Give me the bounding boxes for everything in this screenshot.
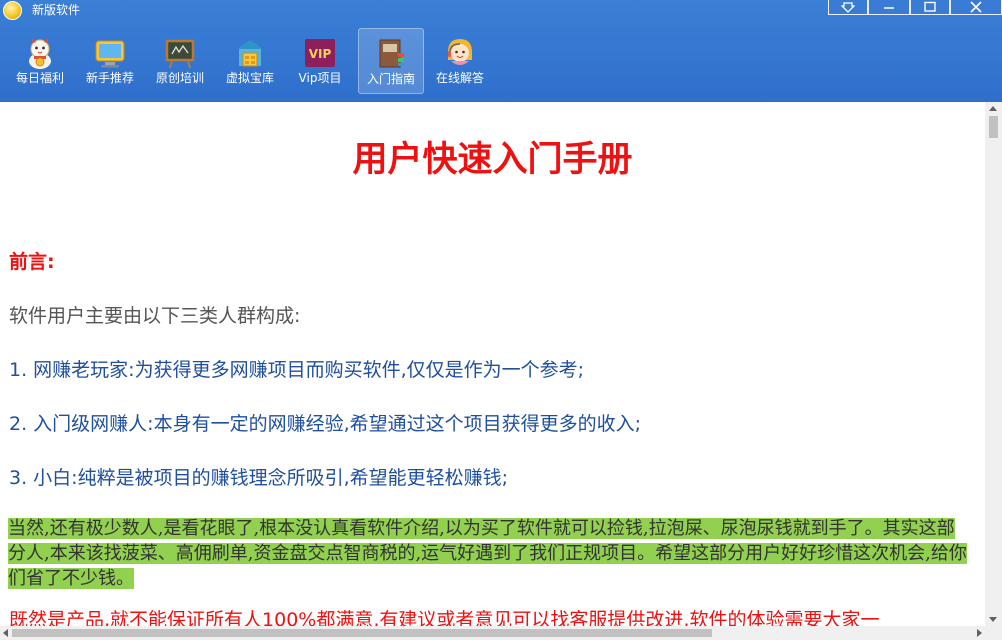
vip-badge-text: VIP — [309, 47, 332, 61]
scroll-up-icon[interactable] — [989, 106, 997, 111]
toolbar-item-online-answers[interactable]: 在线解答 — [427, 28, 493, 94]
scroll-down-icon[interactable] — [989, 617, 997, 622]
close-icon — [970, 1, 982, 13]
close-button[interactable] — [950, 0, 1002, 15]
monitor-icon — [95, 40, 125, 68]
support-agent-icon — [448, 39, 472, 65]
toolbar-item-label: 每日福利 — [15, 71, 64, 85]
guide-book-icon — [379, 39, 404, 68]
maximize-button[interactable] — [910, 0, 950, 15]
toolbar-item-label: 原创培训 — [155, 71, 204, 85]
toolbar-item-vip-projects[interactable]: VIP Vip项目 — [287, 28, 353, 94]
list-item: 1. 网赚老玩家:为获得更多网赚项目而购买软件,仅仅是作为一个参考; — [9, 359, 585, 381]
toolbar-item-label: 新手推荐 — [85, 71, 134, 85]
horizontal-scrollbar[interactable] — [0, 626, 985, 640]
toolbar-item-getting-started[interactable]: 入门指南 — [358, 28, 424, 94]
list-item: 2. 入门级网赚人:本身有一定的网赚经验,希望通过这个项目获得更多的收入; — [9, 413, 642, 435]
window-title: 新版软件 — [32, 3, 81, 17]
toolbar-item-original-training[interactable]: 原创培训 — [147, 28, 213, 94]
app-logo-icon — [3, 1, 22, 20]
title-bar[interactable]: 新版软件 — [0, 0, 1002, 22]
scroll-left-icon[interactable] — [3, 629, 8, 637]
toolbar-item-beginner-recommend[interactable]: 新手推荐 — [77, 28, 143, 94]
treasure-house-icon — [237, 40, 263, 67]
document-title: 用户快速入门手册 — [352, 140, 633, 180]
highlighted-paragraph: 当然,还有极少数人,是看花眼了,根本没认真看软件介绍,以为买了软件就可以捡钱,拉… — [8, 516, 970, 591]
horizontal-scroll-thumb[interactable] — [12, 629, 712, 637]
highlighted-text: 当然,还有极少数人,是看花眼了,根本没认真看软件介绍,以为买了软件就可以捡钱,拉… — [8, 518, 967, 589]
intro-text: 软件用户主要由以下三类人群构成: — [9, 305, 301, 327]
minimize-icon — [884, 7, 894, 9]
pin-button[interactable] — [828, 0, 868, 15]
toolbar-item-daily-welfare[interactable]: 每日福利 — [7, 28, 73, 94]
scroll-right-icon[interactable] — [977, 629, 982, 637]
vertical-scroll-thumb[interactable] — [989, 116, 998, 138]
toolbar-item-label: 在线解答 — [435, 71, 484, 85]
maximize-icon — [924, 1, 936, 12]
main-toolbar: 每日福利 新手推荐 原创培训 虚拟宝库 VIP Vip项目 入门指南 在线解答 — [0, 28, 500, 96]
pin-icon — [841, 2, 855, 13]
blackboard-icon — [165, 39, 195, 69]
notice-paragraph: 既然是产品,就不能保证所有人100%都满意,有建议或者意见可以找客服提供改进,软… — [9, 609, 880, 626]
toolbar-item-label: 入门指南 — [366, 72, 415, 86]
toolbar-item-label: Vip项目 — [298, 71, 342, 85]
preface-heading: 前言: — [9, 251, 55, 273]
vip-icon: VIP — [305, 39, 335, 67]
toolbar-item-label: 虚拟宝库 — [225, 71, 274, 85]
vertical-scrollbar[interactable] — [985, 102, 1002, 626]
document-view[interactable]: 用户快速入门手册 前言: 软件用户主要由以下三类人群构成: 1. 网赚老玩家:为… — [0, 102, 985, 626]
lucky-cat-icon — [29, 38, 51, 69]
list-item: 3. 小白:纯粹是被项目的赚钱理念所吸引,希望能更轻松赚钱; — [9, 467, 509, 489]
scrollbar-corner — [985, 626, 1002, 640]
app-header: 新版软件 每日福利 新手推荐 原创培训 虚拟宝库 VIP Vip项目 入门指南 … — [0, 0, 1002, 102]
minimize-button[interactable] — [868, 0, 910, 15]
toolbar-item-virtual-treasury[interactable]: 虚拟宝库 — [217, 28, 283, 94]
